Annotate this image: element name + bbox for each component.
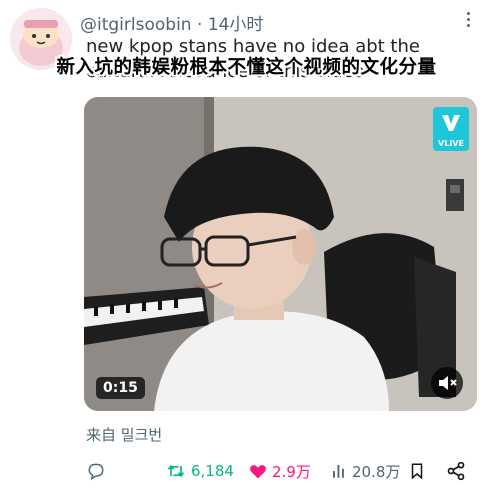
overlay-caption: 新入坑的韩娱粉根本不懂这个视频的文化分量 — [56, 57, 437, 78]
like-count: 2.9万 — [272, 462, 311, 481]
vlive-badge: VLIVE — [433, 107, 469, 151]
vlive-label: VLIVE — [438, 139, 464, 148]
retweet-icon — [167, 464, 185, 478]
user-handle[interactable]: @itgirlsoobin — [80, 15, 192, 35]
views-count: 20.8万 — [352, 462, 401, 481]
video-player[interactable]: VLIVE 0:15 — [84, 97, 477, 411]
volume-mute-icon[interactable] — [431, 367, 463, 399]
video-frame — [84, 97, 477, 411]
tweet-timestamp[interactable]: 14小时 — [208, 15, 264, 35]
heart-icon — [250, 465, 266, 479]
share-icon — [447, 461, 465, 481]
like-button[interactable]: 2.9万 — [248, 456, 311, 486]
header-separator: · — [196, 15, 203, 35]
retweet-count: 6,184 — [191, 462, 234, 480]
tweet-header: @itgirlsoobin · 14小时 — [80, 10, 263, 35]
reply-button[interactable] — [86, 456, 110, 486]
reply-icon — [88, 463, 104, 481]
bookmark-button[interactable] — [408, 456, 430, 486]
bookmark-icon — [411, 463, 423, 480]
source-label: 来自 밀크번 — [86, 426, 163, 444]
more-options-icon[interactable] — [467, 12, 471, 30]
action-bar: 6,184 2.9万 20.8万 — [0, 456, 493, 486]
views-chart-icon — [333, 465, 344, 478]
retweet-button[interactable]: 6,184 — [165, 456, 234, 486]
views-button[interactable]: 20.8万 — [330, 456, 400, 486]
vlive-logo-icon — [442, 115, 460, 131]
video-duration: 0:15 — [96, 377, 145, 399]
share-button[interactable] — [446, 456, 470, 486]
